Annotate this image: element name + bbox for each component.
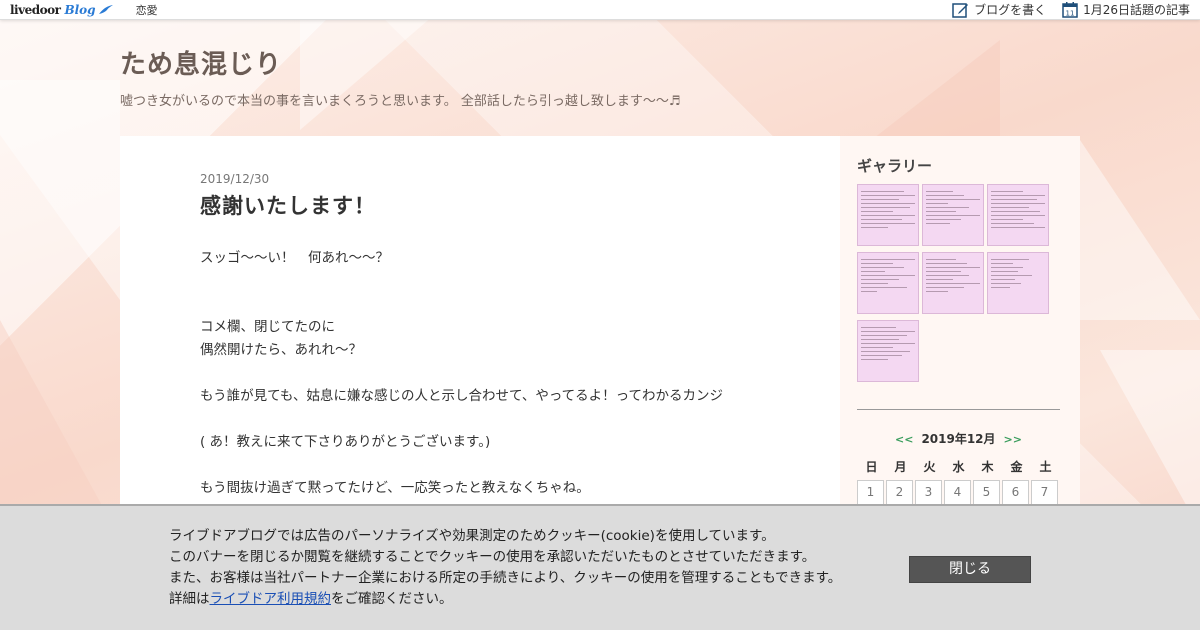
calendar-day[interactable]: 6 bbox=[1002, 480, 1029, 505]
topic-articles-link[interactable]: 11 1月26日話題の記事 bbox=[1062, 1, 1190, 18]
post-body: スッゴ〜〜い！ 何あれ〜〜？ コメ欄、閉じてたのに 偶然開けたら、あれれ〜？ も… bbox=[200, 247, 760, 500]
logo-text: livedoor bbox=[10, 2, 61, 17]
weekday-label: 土 bbox=[1039, 460, 1052, 474]
terms-link[interactable]: ライブドア利用規約 bbox=[210, 591, 332, 607]
gallery-thumbnail[interactable] bbox=[922, 184, 984, 246]
post-line: ( あ！教えに来て下さりありがとうございます。) bbox=[200, 434, 491, 450]
cookie-line: このバナーを閉じるか閲覧を継続することでクッキーの使用を承認いただいたものとさせ… bbox=[169, 549, 816, 565]
logo-blog-text: Blog bbox=[64, 2, 96, 17]
weekday-label: 月 bbox=[894, 460, 907, 474]
gallery-thumbnail[interactable] bbox=[857, 320, 919, 382]
cookie-detail-suffix: をご確認ください。 bbox=[331, 591, 453, 607]
wing-icon bbox=[98, 4, 113, 14]
blog-description: 嘘つき女がいるので本当の事を言いまくろうと思います。 全部話したら引っ越し致しま… bbox=[120, 94, 681, 109]
weekday-label: 火 bbox=[923, 460, 936, 474]
calendar-icon-day: 11 bbox=[1066, 10, 1075, 18]
calendar-week-row: 1 2 3 4 5 6 7 bbox=[857, 480, 1060, 505]
close-button[interactable]: 閉じる bbox=[909, 556, 1031, 583]
calendar-next-link[interactable]: >> bbox=[1004, 433, 1022, 446]
livedoor-blog-logo[interactable]: livedoor Blog bbox=[10, 0, 114, 20]
gallery-thumbnail[interactable] bbox=[922, 252, 984, 314]
blog-title[interactable]: ため息混じり bbox=[120, 44, 282, 81]
calendar-day[interactable]: 4 bbox=[944, 480, 971, 505]
calendar-icon: 11 bbox=[1062, 2, 1078, 18]
gallery-title: ギャラリー bbox=[857, 157, 933, 175]
cookie-banner: ライブドアブログでは広告のパーソナライズや効果測定のためクッキー(cookie)… bbox=[0, 504, 1200, 630]
post-title[interactable]: 感謝いたします！ bbox=[200, 190, 376, 220]
calendar-day[interactable]: 7 bbox=[1031, 480, 1058, 505]
calendar: 日 月 火 水 木 金 土 1 2 3 4 5 6 7 bbox=[857, 456, 1060, 505]
calendar-nav: << 2019年12月 >> bbox=[857, 430, 1060, 447]
post-line bbox=[200, 293, 760, 316]
gallery-thumbnail[interactable] bbox=[987, 184, 1049, 246]
topic-articles-label: 1月26日話題の記事 bbox=[1083, 3, 1190, 17]
post-date: 2019/12/30 bbox=[200, 172, 270, 186]
weekday-label: 木 bbox=[981, 460, 994, 474]
gallery-thumbnail[interactable] bbox=[857, 184, 919, 246]
write-blog-label: ブログを書く bbox=[974, 3, 1047, 17]
calendar-day[interactable]: 3 bbox=[915, 480, 942, 505]
gallery-thumbnail[interactable] bbox=[987, 252, 1049, 314]
post-line: もう誰が見ても、姑息に嫌な感じの人と示し合わせて、やってるよ！ってわかるカンジ bbox=[200, 388, 723, 404]
post-line bbox=[200, 270, 760, 293]
calendar-day[interactable]: 1 bbox=[857, 480, 884, 505]
post-line: 偶然開けたら、あれれ〜？ bbox=[200, 342, 362, 358]
top-navbar: livedoor Blog 恋愛 ブログを書く 11 1月26日話題の記事 bbox=[0, 0, 1200, 20]
post-line bbox=[200, 362, 760, 385]
gallery-thumbnail[interactable] bbox=[857, 252, 919, 314]
cookie-line: また、お客様は当社パートナー企業における所定の手続きにより、クッキーの使用を管理… bbox=[169, 570, 842, 586]
weekday-label: 金 bbox=[1010, 460, 1023, 474]
cookie-detail-prefix: 詳細は bbox=[169, 591, 210, 607]
calendar-prev-link[interactable]: << bbox=[895, 433, 913, 446]
post-line: スッゴ〜〜い！ 何あれ〜〜？ bbox=[200, 250, 389, 266]
sidebar-divider bbox=[857, 409, 1060, 410]
post-line: コメ欄、閉じてたのに bbox=[200, 319, 335, 335]
weekday-label: 日 bbox=[865, 460, 878, 474]
category-link[interactable]: 恋愛 bbox=[136, 2, 158, 18]
post-line bbox=[200, 408, 760, 431]
write-blog-link[interactable]: ブログを書く bbox=[952, 1, 1046, 18]
cookie-line: 詳細はライブドア利用規約をご確認ください。 bbox=[169, 589, 841, 610]
calendar-weekday-row: 日 月 火 水 木 金 土 bbox=[857, 456, 1060, 478]
calendar-month: 2019年12月 bbox=[921, 432, 996, 446]
weekday-label: 水 bbox=[952, 460, 965, 474]
pencil-icon bbox=[952, 2, 969, 18]
cookie-text: ライブドアブログでは広告のパーソナライズや効果測定のためクッキー(cookie)… bbox=[169, 526, 841, 610]
calendar-day[interactable]: 2 bbox=[886, 480, 913, 505]
post-line: もう間抜け過ぎて黙ってたけど、一応笑ったと教えなくちゃね。 bbox=[200, 480, 590, 496]
calendar-day[interactable]: 5 bbox=[973, 480, 1000, 505]
cookie-line: ライブドアブログでは広告のパーソナライズや効果測定のためクッキー(cookie)… bbox=[169, 528, 775, 544]
post-line bbox=[200, 454, 760, 477]
